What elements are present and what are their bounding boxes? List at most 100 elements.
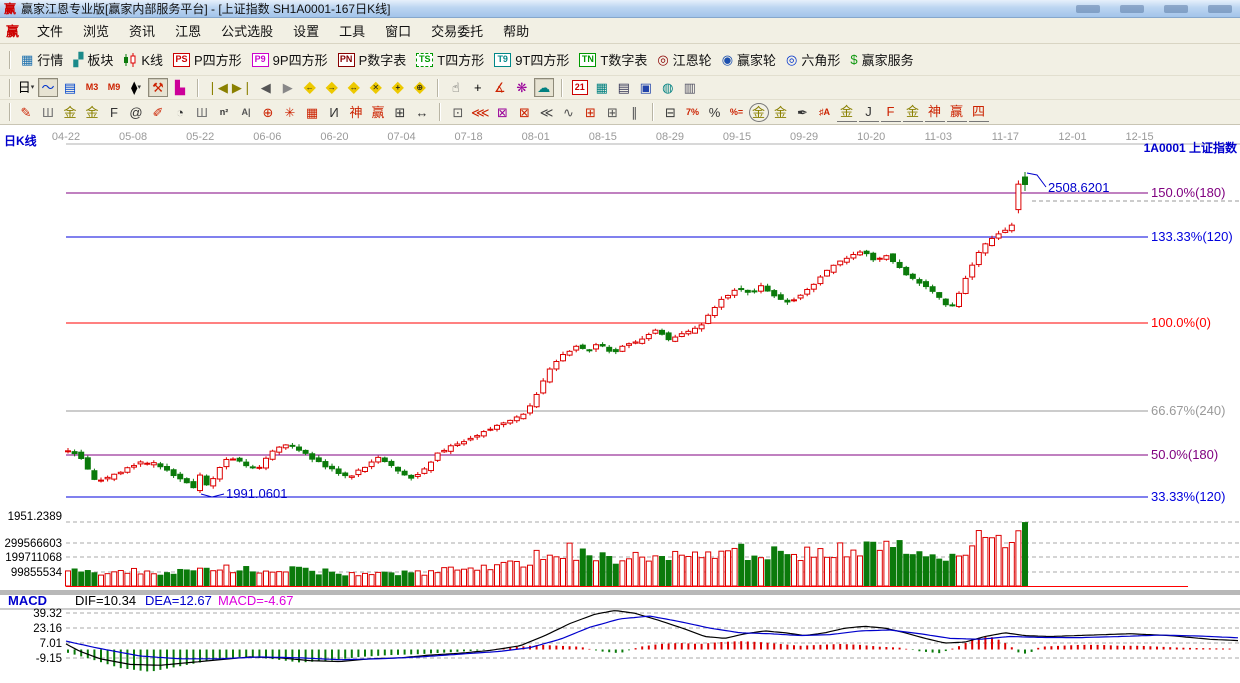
gann-box-tool[interactable]: ▦ <box>302 103 322 122</box>
memo-button[interactable]: ▤ <box>614 78 634 97</box>
chart-area[interactable]: 04-2205-0805-2206-0606-2007-0407-1808-01… <box>0 125 1240 683</box>
gann-plus-button[interactable]: ◆+ <box>388 78 408 97</box>
ma3-button[interactable]: M3 <box>82 78 102 97</box>
time-price-grid-tool[interactable]: ⊞ <box>603 103 623 122</box>
menu-item-9[interactable]: 交易委托 <box>421 18 493 43</box>
ma9-button[interactable]: M9 <box>104 78 124 97</box>
pen-mark-tool[interactable]: ✒ <box>793 103 813 122</box>
titlebar-shortcut-2[interactable] <box>1120 5 1144 13</box>
hexagon-button[interactable]: ◎六角形 <box>781 48 845 71</box>
j-angle-tool[interactable]: J <box>859 103 879 122</box>
ying-tool[interactable]: 赢 <box>368 103 388 122</box>
crosshair-button[interactable]: + <box>468 78 488 97</box>
box-fan-tool[interactable]: ⊠ <box>515 103 535 122</box>
square-number-tool[interactable]: n² <box>214 103 234 122</box>
gann-circle-tool[interactable]: ⊕ <box>258 103 278 122</box>
gold-lines-tool[interactable]: 金 <box>771 103 791 122</box>
menu-item-10[interactable]: 帮助 <box>493 18 539 43</box>
a-measure-tool[interactable]: A| <box>236 103 256 122</box>
draw-pencil-tool[interactable]: ✎ <box>16 103 36 122</box>
angle-pencil-tool[interactable]: ✐ <box>148 103 168 122</box>
shen-tool[interactable]: 神 <box>346 103 366 122</box>
smart-analysis-button[interactable]: ☁ <box>534 78 554 97</box>
9t-square-button[interactable]: T99T四方形 <box>489 48 574 71</box>
gann-center-button[interactable]: ◆⊕ <box>410 78 430 97</box>
percent-tool[interactable]: % <box>705 103 725 122</box>
calendar-button[interactable]: 21 <box>570 78 590 97</box>
wave-mark-tool[interactable]: И <box>324 103 344 122</box>
span-measure-tool[interactable]: ↔ <box>412 103 432 122</box>
prev-bar-button[interactable]: ◀ <box>256 78 276 97</box>
golden-price-tool[interactable]: 金 <box>82 103 102 122</box>
fan-lines-tool[interactable]: ⋘ <box>470 103 491 122</box>
list-panel-tool[interactable]: ⊟ <box>661 103 681 122</box>
time-cycle-tool[interactable]: ◔ <box>170 103 190 122</box>
percent-lines-tool[interactable]: %= <box>727 103 747 122</box>
save-button[interactable]: ▣ <box>636 78 656 97</box>
f-angle-tool[interactable]: F <box>881 103 901 122</box>
gold-circle-tool[interactable]: 金 <box>749 103 769 122</box>
gann-left-button[interactable]: ◆← <box>300 78 320 97</box>
candle-style-button[interactable]: ⧫▾ <box>126 78 146 97</box>
square-fan-tool[interactable]: ⊠ <box>493 103 513 122</box>
menu-item-2[interactable]: 浏览 <box>73 18 119 43</box>
ray-lines-tool[interactable]: ≪ <box>537 103 557 122</box>
titlebar-shortcut-3[interactable] <box>1164 5 1188 13</box>
price-grid-tool[interactable]: ⊞ <box>581 103 601 122</box>
volume-profile-button[interactable]: ▙ <box>170 78 190 97</box>
gold-angle2-tool[interactable]: 金 <box>903 103 923 122</box>
golden-section-tool[interactable]: 金 <box>60 103 80 122</box>
gann-right-button[interactable]: ◆→ <box>322 78 342 97</box>
menu-item-8[interactable]: 窗口 <box>375 18 421 43</box>
ha-lines-tool[interactable]: ♯A <box>815 103 835 122</box>
four-angle-tool[interactable]: 四 <box>969 103 989 122</box>
percent7-tool[interactable]: 7% <box>683 103 703 122</box>
ying-angle-tool[interactable]: 赢 <box>947 103 967 122</box>
shape-tool-button[interactable]: ❋ <box>512 78 532 97</box>
winner-service-button[interactable]: $赢家服务 <box>845 48 918 71</box>
parallel-lines-tool[interactable]: ∥ <box>625 103 645 122</box>
kline-period-button[interactable]: 日▾ <box>16 78 36 97</box>
bar-count-tool[interactable]: Ш <box>192 103 212 122</box>
time-grid-tool[interactable]: Ш <box>38 103 58 122</box>
angle-measure-button[interactable]: ∡ <box>490 78 510 97</box>
spiral-tool[interactable]: @ <box>126 103 146 122</box>
info-panel-button[interactable]: ▤ <box>60 78 80 97</box>
menu-item-1[interactable]: 文件 <box>27 18 73 43</box>
gann-cross-button[interactable]: ◆✕ <box>366 78 386 97</box>
first-bar-button[interactable]: ❘◀ <box>206 78 229 97</box>
ruler-tool[interactable]: ⊞ <box>390 103 410 122</box>
gann-expand-button[interactable]: ◆↔ <box>344 78 364 97</box>
hand-tool-button[interactable]: ☝ <box>446 78 466 97</box>
pattern-select-button[interactable]: ⚒ <box>148 78 168 97</box>
next-bar-button[interactable]: ▶ <box>278 78 298 97</box>
menu-item-3[interactable]: 资讯 <box>119 18 165 43</box>
menu-item-6[interactable]: 设置 <box>283 18 329 43</box>
snapshot-button[interactable]: ◍ <box>658 78 678 97</box>
menu-item-7[interactable]: 工具 <box>329 18 375 43</box>
9p-square-button[interactable]: P99P四方形 <box>247 48 333 71</box>
titlebar-shortcut-4[interactable] <box>1208 5 1232 13</box>
p-number-button[interactable]: PNP数字表 <box>333 48 412 71</box>
print-button[interactable]: ▥ <box>680 78 700 97</box>
p-square-button[interactable]: PSP四方形 <box>168 48 247 71</box>
t-square-button[interactable]: TST四方形 <box>411 48 489 71</box>
quotes-button[interactable]: ▦行情 <box>16 48 68 71</box>
gann-wheel-button[interactable]: ◎江恩轮 <box>652 48 716 71</box>
shen-angle-tool[interactable]: 神 <box>925 103 945 122</box>
zigzag-tool[interactable]: ∿ <box>559 103 579 122</box>
menu-item-4[interactable]: 江恩 <box>165 18 211 43</box>
menu-item-5[interactable]: 公式选股 <box>211 18 283 43</box>
trend-curve-button[interactable]: 〜 <box>38 78 58 97</box>
calculator-button[interactable]: ▦ <box>592 78 612 97</box>
winner-wheel-button[interactable]: ◉赢家轮 <box>717 48 781 71</box>
t-number-button[interactable]: TNT数字表 <box>574 48 652 71</box>
titlebar-shortcut-1[interactable] <box>1076 5 1100 13</box>
last-bar-button[interactable]: ▶❘ <box>231 78 254 97</box>
square-box-tool[interactable]: ⊡ <box>448 103 468 122</box>
kline-button[interactable]: K线 <box>118 48 168 71</box>
fib-levels-tool[interactable]: F <box>104 103 124 122</box>
gold-angle-tool[interactable]: 金 <box>837 103 857 122</box>
gann-star-tool[interactable]: ✳ <box>280 103 300 122</box>
sectors-button[interactable]: ▞板块 <box>68 48 118 71</box>
